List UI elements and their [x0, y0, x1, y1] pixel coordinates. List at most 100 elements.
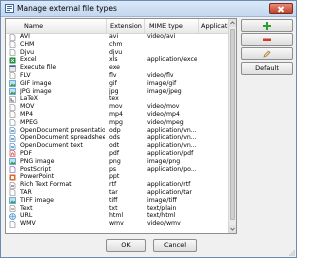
close-window-button[interactable] — [269, 3, 293, 14]
file-type-name: OpenDocument text — [20, 142, 83, 150]
excel-icon — [9, 56, 18, 64]
file-type-name: TAR — [20, 188, 32, 196]
remove-file-type-button[interactable] — [241, 33, 293, 46]
image-icon — [9, 88, 18, 96]
table-row[interactable]: TIFF image tiff image/tiff — [6, 197, 230, 205]
opendocument-icon — [9, 134, 18, 142]
file-type-mime: image/tiff — [147, 196, 177, 204]
file-type-name: GIF image — [20, 79, 52, 87]
table-row[interactable]: Execute file exe — [6, 64, 230, 72]
file-type-extension: ps — [109, 165, 117, 173]
file-type-name: FLV — [20, 71, 31, 79]
window-title: Manage external file types — [17, 4, 117, 13]
powerpoint-icon — [9, 173, 18, 181]
table-row[interactable]: LaTeX tex — [6, 95, 230, 103]
scroll-down-arrow[interactable] — [229, 225, 236, 233]
edit-file-type-button[interactable] — [241, 47, 293, 60]
table-body: AVI avi video/avi CHM chm Djvu djvu Excel xls app… — [6, 33, 230, 228]
file-type-name: PostScript — [20, 165, 51, 173]
file-type-name: WMV — [20, 220, 36, 228]
table-row[interactable]: MOV mov video/mov — [6, 103, 230, 111]
image-icon — [9, 197, 18, 205]
table-row[interactable]: OpenDocument text odt application/vn... — [6, 142, 230, 150]
file-type-mime: application/excel — [147, 56, 197, 64]
ok-button[interactable]: OK — [106, 239, 146, 252]
table-row[interactable]: PowerPoint ppt — [6, 173, 230, 181]
jabref-app-icon — [5, 4, 14, 13]
file-type-mime: application/vn... — [147, 142, 197, 150]
file-type-mime: text/plain — [147, 204, 177, 212]
table-row[interactable]: OpenDocument spreadsheet ods application/v… — [6, 134, 230, 142]
file-type-mime: video/avi — [147, 33, 176, 40]
file-type-mime: application/po... — [147, 165, 197, 173]
file-type-extension: ods — [109, 134, 120, 142]
file-generic-icon — [9, 49, 18, 57]
table-row[interactable]: PDF pdf application/pdf — [6, 150, 230, 158]
table-row[interactable]: FLV flv video/flv — [6, 72, 230, 80]
file-type-extension: tex — [109, 95, 119, 103]
minus-icon — [263, 38, 271, 41]
file-type-name: PowerPoint — [20, 173, 55, 181]
file-type-extension: odp — [109, 126, 121, 134]
file-type-extension: mp4 — [109, 110, 123, 118]
table-row[interactable]: OpenDocument presentation odp application/… — [6, 127, 230, 135]
table-row[interactable]: GIF image gif image/gif — [6, 80, 230, 88]
table-row[interactable]: PNG image png image/png — [6, 158, 230, 166]
table-row[interactable]: Text txt text/plain — [6, 205, 230, 213]
table-row[interactable]: PostScript ps application/po... — [6, 166, 230, 174]
latex-icon — [9, 95, 18, 103]
file-type-mime: video/wmv — [147, 220, 181, 228]
table-row[interactable]: Djvu djvu — [6, 49, 230, 57]
file-generic-icon — [9, 189, 18, 197]
plus-icon — [263, 21, 271, 30]
table-row[interactable]: WMV wmv video/wmv — [6, 220, 230, 228]
file-type-extension: djvu — [109, 48, 123, 56]
file-type-mime: video/mpeg — [147, 118, 184, 126]
add-file-type-button[interactable] — [241, 19, 293, 32]
table-row[interactable]: URL html text/html — [6, 212, 230, 220]
file-type-mime: image/gif — [147, 79, 177, 87]
file-type-extension: tar — [109, 188, 118, 196]
file-type-mime: image/jpeg — [147, 87, 182, 95]
file-type-extension: tiff — [109, 196, 118, 204]
file-type-extension: pdf — [109, 149, 120, 157]
file-generic-icon — [9, 119, 18, 127]
file-type-name: MPEG — [20, 118, 38, 126]
file-type-extension: xls — [109, 56, 118, 64]
column-header-extension[interactable]: Extension — [110, 22, 142, 30]
table-row[interactable]: MP4 mp4 video/mp4 — [6, 111, 230, 119]
title-bar[interactable]: Manage external file types — [1, 1, 296, 17]
table-row[interactable]: Excel xls application/excel — [6, 56, 230, 64]
file-type-extension: rtf — [109, 181, 117, 189]
vertical-scrollbar[interactable] — [228, 19, 236, 233]
text-icon — [9, 205, 18, 213]
column-header-mime-type[interactable]: MIME type — [149, 22, 183, 30]
file-type-mime: image/png — [147, 157, 181, 165]
file-generic-icon — [9, 41, 18, 49]
file-type-name: MOV — [20, 103, 35, 111]
file-type-name: PDF — [20, 149, 33, 157]
column-header-name[interactable]: Name — [24, 22, 43, 30]
file-type-name: LaTeX — [20, 95, 39, 103]
resize-grip-icon[interactable] — [289, 250, 295, 256]
table-row[interactable]: Rich Text Format rtf application/rtf — [6, 181, 230, 189]
file-type-name: URL — [20, 212, 33, 220]
default-button[interactable]: Default — [241, 62, 293, 75]
table-row[interactable]: CHM chm — [6, 41, 230, 49]
table-row[interactable]: TAR tar application/tar — [6, 189, 230, 197]
file-type-extension: odt — [109, 142, 120, 150]
file-type-extension: txt — [109, 204, 118, 212]
table-row[interactable]: JPG image jpg image/jpeg — [6, 88, 230, 96]
table-row[interactable]: AVI avi video/avi — [6, 33, 230, 41]
scroll-thumb[interactable] — [230, 29, 235, 220]
file-types-table: Name Extension MIME type Application AVI… — [5, 18, 237, 234]
file-generic-icon — [9, 220, 18, 228]
file-type-extension: gif — [109, 79, 117, 87]
table-row[interactable]: MPEG mpg video/mpeg — [6, 119, 230, 127]
file-type-name: Djvu — [20, 48, 35, 56]
file-type-extension: flv — [109, 71, 117, 79]
file-type-mime: video/mp4 — [147, 110, 180, 118]
file-type-extension: mov — [109, 103, 123, 111]
cancel-button[interactable]: Cancel — [153, 239, 197, 252]
scroll-up-arrow[interactable] — [229, 19, 236, 27]
